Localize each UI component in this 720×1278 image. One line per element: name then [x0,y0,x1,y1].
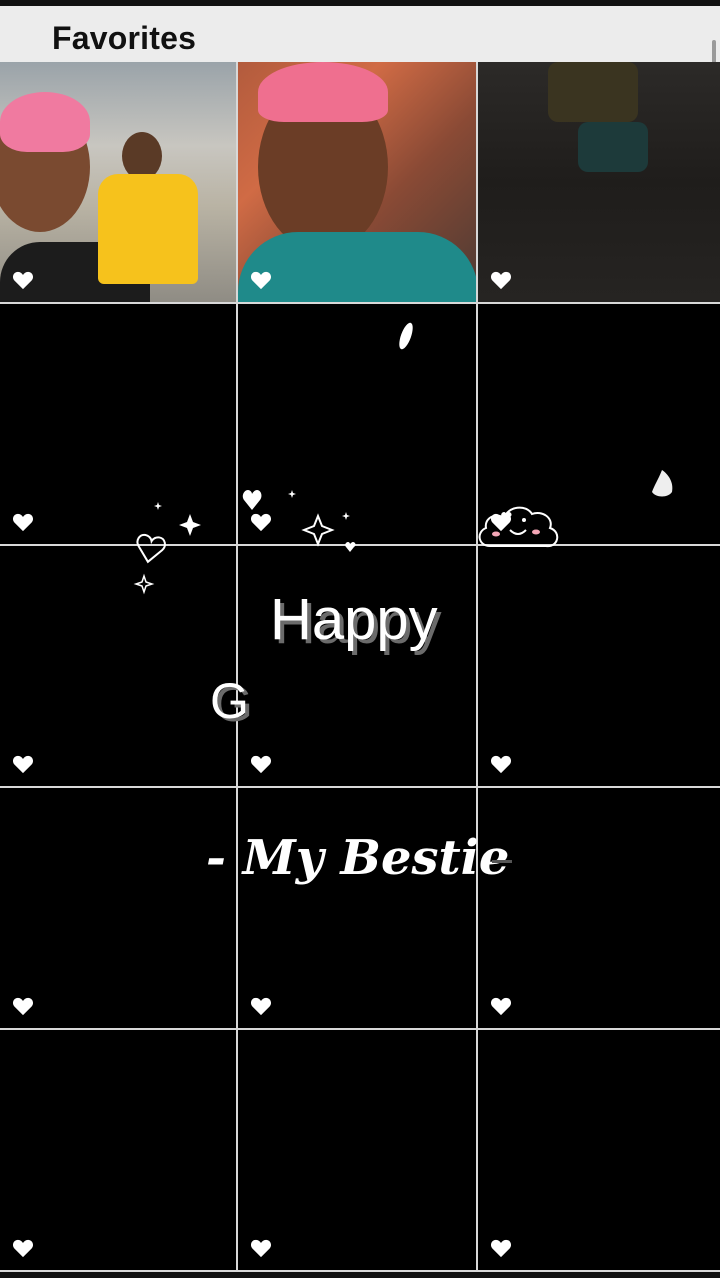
favorite-heart-icon[interactable] [250,1238,272,1258]
page-title: Favorites [52,20,197,56]
favorite-heart-icon[interactable] [250,754,272,774]
favorite-heart-icon[interactable] [12,512,34,532]
pink-hair-shape [258,62,388,122]
photo-thumbnail[interactable] [238,788,478,1030]
photo-thumbnail[interactable] [0,788,238,1030]
dust-speck [652,470,673,497]
shorts-shape [578,122,648,172]
my-bestie-text: - My Bestie [206,830,510,886]
teal-top-shape [238,232,476,302]
photo-thumbnail[interactable] [478,546,720,788]
photo-thumbnail[interactable] [0,1030,238,1272]
happy-text: Happy [270,587,438,652]
photo-thumbnail[interactable] [478,1030,720,1272]
favorite-heart-icon[interactable] [12,754,34,774]
shirt-shape [548,62,638,122]
favorites-header: Favorites [0,0,720,68]
person-shape [122,132,162,180]
favorite-heart-icon[interactable] [490,996,512,1016]
smiling-cloud-icon [478,506,559,548]
favorite-heart-icon[interactable] [250,996,272,1016]
yellow-shirt-shape [98,174,198,284]
bottom-bar [0,1272,720,1278]
sparkle-hearts-decoration [133,490,356,595]
photo-thumbnail[interactable] [478,788,720,1030]
letter-text: G [210,673,249,729]
dust-speck [399,322,413,350]
decorative-dash [492,860,512,863]
pink-hair-shape [0,92,90,152]
favorite-heart-icon[interactable] [490,1238,512,1258]
photo-thumbnail[interactable] [478,62,720,304]
photo-grid [0,62,720,1272]
photo-thumbnail[interactable] [238,62,478,304]
favorite-heart-icon[interactable] [12,270,34,290]
favorite-heart-icon[interactable] [490,754,512,774]
favorite-heart-icon[interactable] [12,1238,34,1258]
photo-thumbnail[interactable] [238,1030,478,1272]
photo-thumbnail[interactable] [0,62,238,304]
favorite-heart-icon[interactable] [250,270,272,290]
favorite-heart-icon[interactable] [490,270,512,290]
favorite-heart-icon[interactable] [12,996,34,1016]
